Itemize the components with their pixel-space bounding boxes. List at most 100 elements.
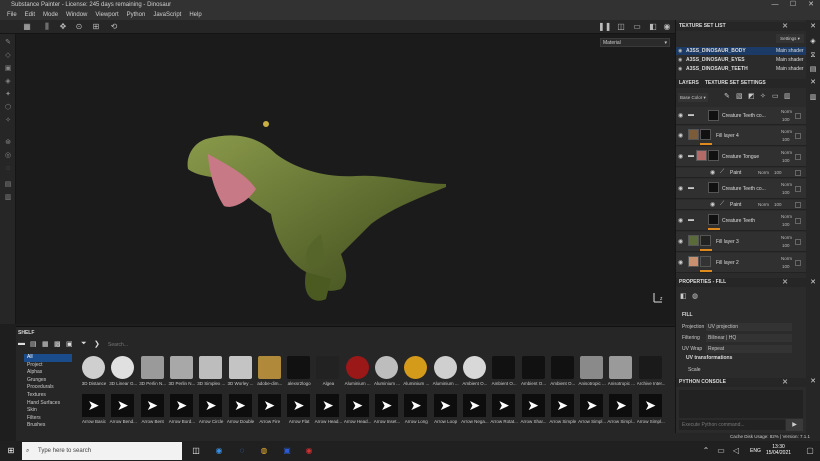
grid-view-icon[interactable]: ▦ bbox=[42, 340, 49, 348]
uv-transformations-title[interactable]: UV transformations bbox=[686, 355, 732, 361]
close-icon[interactable]: ✕ bbox=[809, 79, 817, 87]
frame-icon[interactable]: ⊞ bbox=[91, 22, 101, 32]
layer-opacity[interactable]: 100 bbox=[782, 158, 790, 163]
shelf-item[interactable]: 3D Worley ... bbox=[227, 356, 254, 392]
shelf-item[interactable]: ➤ Arrow Basic bbox=[80, 394, 107, 430]
layer-row[interactable]: ◉ ▬ Creature Teeth co... Norm 100 bbox=[676, 179, 806, 199]
windows-start-icon[interactable]: ⊞ bbox=[5, 445, 17, 457]
category-project[interactable]: Project bbox=[24, 362, 72, 370]
filter-icon[interactable]: ⏷ bbox=[81, 340, 87, 348]
pause-icon[interactable]: ❚❚ bbox=[598, 22, 611, 32]
shelf-item[interactable]: Ambient O... bbox=[461, 356, 488, 392]
layer-blend[interactable]: Norm bbox=[758, 202, 769, 207]
layer-opacity[interactable]: 100 bbox=[774, 170, 782, 175]
symmetry-icon[interactable]: ⫼ bbox=[42, 22, 52, 32]
trash-icon[interactable]: ▥ bbox=[809, 94, 817, 102]
layer-checkbox[interactable] bbox=[795, 186, 801, 192]
tab-texture-set-settings[interactable]: TEXTURE SET SETTINGS bbox=[705, 80, 766, 86]
zoom-app-icon[interactable]: ◉ bbox=[213, 445, 225, 457]
layer-checkbox[interactable] bbox=[795, 113, 801, 119]
eye-icon[interactable]: ◉ bbox=[678, 217, 683, 224]
texture-set-item[interactable]: ◉ A3SS_DINOSAUR_EYES Main shader bbox=[676, 56, 806, 64]
shelf-item[interactable]: ➤ Arrow Circle bbox=[197, 394, 224, 430]
eraser-icon[interactable]: ◇ bbox=[3, 51, 13, 60]
layer-row[interactable]: ◉ ▬ Creature Tongue Norm 100 bbox=[676, 147, 806, 167]
volume-icon[interactable]: ◁ bbox=[730, 445, 742, 457]
close-icon[interactable]: ✕ bbox=[782, 278, 788, 287]
add-folder-icon[interactable]: ▭ bbox=[772, 92, 779, 100]
shelf-item[interactable]: ➤ Arrow Simpl... bbox=[578, 394, 606, 430]
layer-checkbox[interactable] bbox=[795, 202, 801, 208]
category-alphas[interactable]: Alphas bbox=[24, 369, 72, 377]
eye-icon[interactable]: ◉ bbox=[678, 259, 683, 266]
shelf-item[interactable]: Aluminium ... bbox=[344, 356, 371, 392]
layer-row[interactable]: ◉ ▬ Creature Teeth Norm 100 bbox=[676, 211, 806, 231]
measure-icon[interactable]: ◌ bbox=[3, 164, 13, 173]
close-icon[interactable]: ✕ bbox=[782, 378, 788, 387]
shelf-item[interactable]: ➤ Arrow Head... bbox=[314, 394, 342, 430]
shelf-item[interactable]: Anisotropic ... bbox=[607, 356, 635, 392]
layer-checkbox[interactable] bbox=[795, 154, 801, 160]
menu-javascript[interactable]: JavaScript bbox=[153, 12, 181, 18]
clone-icon[interactable]: ⬡ bbox=[3, 103, 13, 112]
category-grunges[interactable]: Grunges bbox=[24, 377, 72, 385]
material-picker-icon[interactable]: ⊛ bbox=[3, 138, 13, 147]
menu-viewport[interactable]: Viewport bbox=[95, 12, 118, 18]
display-settings-icon[interactable]: ▥ bbox=[3, 193, 13, 202]
shelf-item[interactable]: ➤ Arrow Simpl... bbox=[637, 394, 665, 430]
log-panel-icon[interactable]: ▤ bbox=[809, 66, 817, 74]
task-view-icon[interactable]: ◫ bbox=[190, 445, 202, 457]
layer-opacity[interactable]: 100 bbox=[782, 222, 790, 227]
layer-opacity[interactable]: 100 bbox=[782, 137, 790, 142]
layer-opacity[interactable]: 100 bbox=[782, 117, 790, 122]
shelf-item[interactable]: Anisotropic ... bbox=[578, 356, 606, 392]
material-mode-icon[interactable]: ◍ bbox=[692, 292, 698, 300]
grid-icon[interactable]: ▦ bbox=[22, 22, 32, 32]
history-icon[interactable]: ⟲ bbox=[109, 22, 119, 32]
layer-blend[interactable]: Norm bbox=[781, 235, 792, 240]
shelf-item[interactable]: ➤ Arrow Simple bbox=[549, 394, 576, 430]
layer-channel-select[interactable]: Base Color ▾ bbox=[678, 93, 708, 102]
shelf-item[interactable]: 3D Simplex ... bbox=[197, 356, 225, 392]
eye-icon[interactable]: ◉ bbox=[678, 185, 683, 192]
texture-set-item[interactable]: ◉ A3SS_DINOSAUR_TEETH Main shader bbox=[676, 65, 806, 73]
paint-brush-icon[interactable]: ✎ bbox=[3, 38, 13, 47]
close-icon[interactable]: ✕ bbox=[809, 378, 817, 386]
category-skin[interactable]: Skin bbox=[24, 407, 72, 415]
eye-icon[interactable]: ◉ bbox=[710, 201, 715, 208]
projection-select[interactable]: UV projection bbox=[706, 323, 792, 331]
tab-layers[interactable]: LAYERS bbox=[679, 80, 699, 86]
layer-row[interactable]: ◉ Fill layer 2 Norm 100 bbox=[676, 253, 806, 273]
layers-panel-icon[interactable]: ▤ bbox=[3, 180, 13, 189]
close-icon[interactable]: ✕ bbox=[809, 279, 817, 287]
shelf-item[interactable]: Archive Inter... bbox=[637, 356, 665, 392]
layer-row[interactable]: ◉ Fill layer 4 Norm 100 bbox=[676, 126, 806, 146]
menu-window[interactable]: Window bbox=[66, 12, 87, 18]
network-icon[interactable]: ▭ bbox=[715, 445, 727, 457]
uvwrap-select[interactable]: Repeat bbox=[706, 345, 792, 353]
shelf-item[interactable]: ➤ Arrow Head... bbox=[344, 394, 371, 430]
smudge-icon[interactable]: ✦ bbox=[3, 90, 13, 99]
category-all[interactable]: All bbox=[24, 354, 72, 362]
maximize-button[interactable]: ☐ bbox=[784, 0, 802, 10]
layer-checkbox[interactable] bbox=[795, 218, 801, 224]
layer-opacity[interactable]: 100 bbox=[782, 190, 790, 195]
eye-icon[interactable]: ◉ bbox=[678, 56, 682, 64]
delete-layer-icon[interactable]: ▥ bbox=[784, 92, 791, 100]
render-icon[interactable]: ◧ bbox=[648, 22, 658, 32]
layer-checkbox[interactable] bbox=[795, 170, 801, 176]
thumbnail-view-icon[interactable]: ▩ bbox=[54, 340, 61, 348]
shelf-item[interactable]: Ambient O... bbox=[490, 356, 517, 392]
filtering-select[interactable]: Bilinear | HQ bbox=[706, 334, 792, 342]
chrome-icon[interactable]: ◍ bbox=[258, 445, 270, 457]
shelf-item[interactable]: ➤ Arrow Bord... bbox=[168, 394, 195, 430]
shelf-item[interactable]: Ambient O... bbox=[549, 356, 576, 392]
bookmark-icon[interactable]: ◫ bbox=[616, 22, 626, 32]
polygon-fill-icon[interactable]: ◈ bbox=[3, 77, 13, 86]
view-mode-icon[interactable]: ▭ bbox=[632, 22, 642, 32]
category-hand-surfaces[interactable]: Hand Surfaces bbox=[24, 400, 72, 408]
close-icon[interactable]: ✕ bbox=[809, 23, 817, 31]
close-icon[interactable]: ✕ bbox=[782, 22, 788, 31]
shelf-item[interactable]: ➤ Arrow Nega... bbox=[461, 394, 489, 430]
shelf-item[interactable]: 3D Linear G... bbox=[109, 356, 137, 392]
